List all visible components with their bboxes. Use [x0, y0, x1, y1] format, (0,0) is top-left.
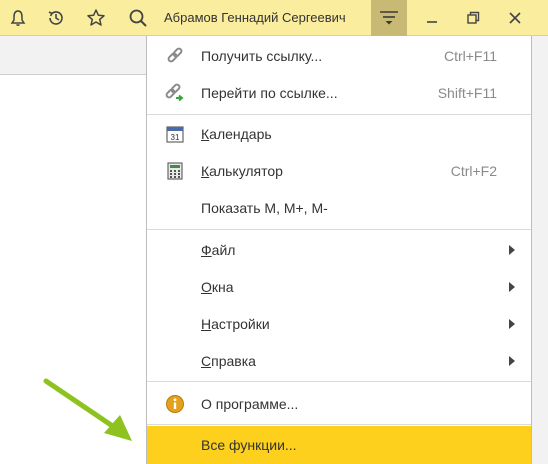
menu-item-label: Справка	[201, 352, 256, 369]
menu-item-label: Все функции...	[201, 437, 297, 453]
menu-item-all-functions[interactable]: Все функции...	[147, 426, 531, 464]
svg-text:31: 31	[171, 133, 180, 142]
menu-item-label: Окна	[201, 278, 234, 295]
menu-item-about[interactable]: О программе...	[147, 385, 531, 422]
menu-separator	[147, 424, 531, 425]
menu-item-show-m[interactable]: Показать M, M+, M-	[147, 189, 531, 226]
favorites-button[interactable]	[78, 0, 114, 35]
title-bar: Абрамов Геннадий Сергеевич	[0, 0, 548, 36]
menu-item-label: Перейти по ссылке...	[201, 84, 338, 101]
go-to-link-icon	[165, 83, 185, 103]
minimize-icon	[427, 20, 437, 23]
restore-button[interactable]	[455, 0, 491, 35]
menu-item-label: Получить ссылку...	[201, 47, 323, 64]
history-icon	[48, 10, 63, 25]
menu-item-label: Настройки	[201, 315, 270, 332]
minimize-button[interactable]	[414, 0, 450, 35]
right-panel-background	[532, 36, 548, 464]
main-menu-icon	[380, 11, 398, 25]
close-icon	[509, 11, 521, 24]
submenu-arrow-icon	[509, 245, 515, 255]
menu-item-label: Показать M, M+, M-	[201, 199, 328, 216]
menu-item-label: Файл	[201, 241, 236, 258]
main-menu-button[interactable]	[371, 0, 407, 36]
notifications-button[interactable]	[0, 0, 36, 35]
user-name[interactable]: Абрамов Геннадий Сергеевич	[164, 0, 346, 35]
menu-item-label: Калькулятор	[201, 162, 283, 179]
history-button[interactable]	[38, 0, 74, 35]
menu-item-file[interactable]: Файл	[147, 231, 531, 268]
submenu-arrow-icon	[509, 319, 515, 329]
search-icon	[129, 9, 147, 27]
menu-item-shortcut: Ctrl+F2	[450, 162, 497, 179]
main-menu-dropdown: Получить ссылку... Ctrl+F11 Перейти по с…	[146, 36, 532, 464]
menu-item-calendar[interactable]: 31 Календарь	[147, 115, 531, 152]
info-icon	[165, 394, 185, 414]
menu-item-label: Календарь	[201, 125, 272, 142]
bell-icon	[10, 9, 26, 26]
menu-item-label: О программе...	[201, 395, 299, 412]
calendar-icon: 31	[165, 124, 185, 144]
calculator-icon	[165, 161, 185, 181]
menu-item-help[interactable]: Справка	[147, 342, 531, 379]
submenu-arrow-icon	[509, 282, 515, 292]
menu-item-calculator[interactable]: Калькулятор Ctrl+F2	[147, 152, 531, 189]
menu-item-go-to-link[interactable]: Перейти по ссылке... Shift+F11	[147, 74, 531, 111]
menu-item-shortcut: Ctrl+F11	[443, 47, 497, 64]
menu-item-settings[interactable]: Настройки	[147, 305, 531, 342]
menu-separator	[147, 381, 531, 382]
link-icon	[165, 46, 185, 66]
star-icon	[87, 8, 105, 26]
menu-separator	[147, 229, 531, 230]
menu-item-windows[interactable]: Окна	[147, 268, 531, 305]
section-panel-background	[0, 36, 146, 75]
annotation-arrow-icon	[43, 378, 132, 441]
search-button[interactable]	[120, 0, 156, 35]
restore-icon	[467, 11, 480, 24]
menu-item-get-link[interactable]: Получить ссылку... Ctrl+F11	[147, 37, 531, 74]
menu-item-shortcut: Shift+F11	[437, 84, 497, 101]
close-button[interactable]	[497, 0, 533, 35]
submenu-arrow-icon	[509, 356, 515, 366]
